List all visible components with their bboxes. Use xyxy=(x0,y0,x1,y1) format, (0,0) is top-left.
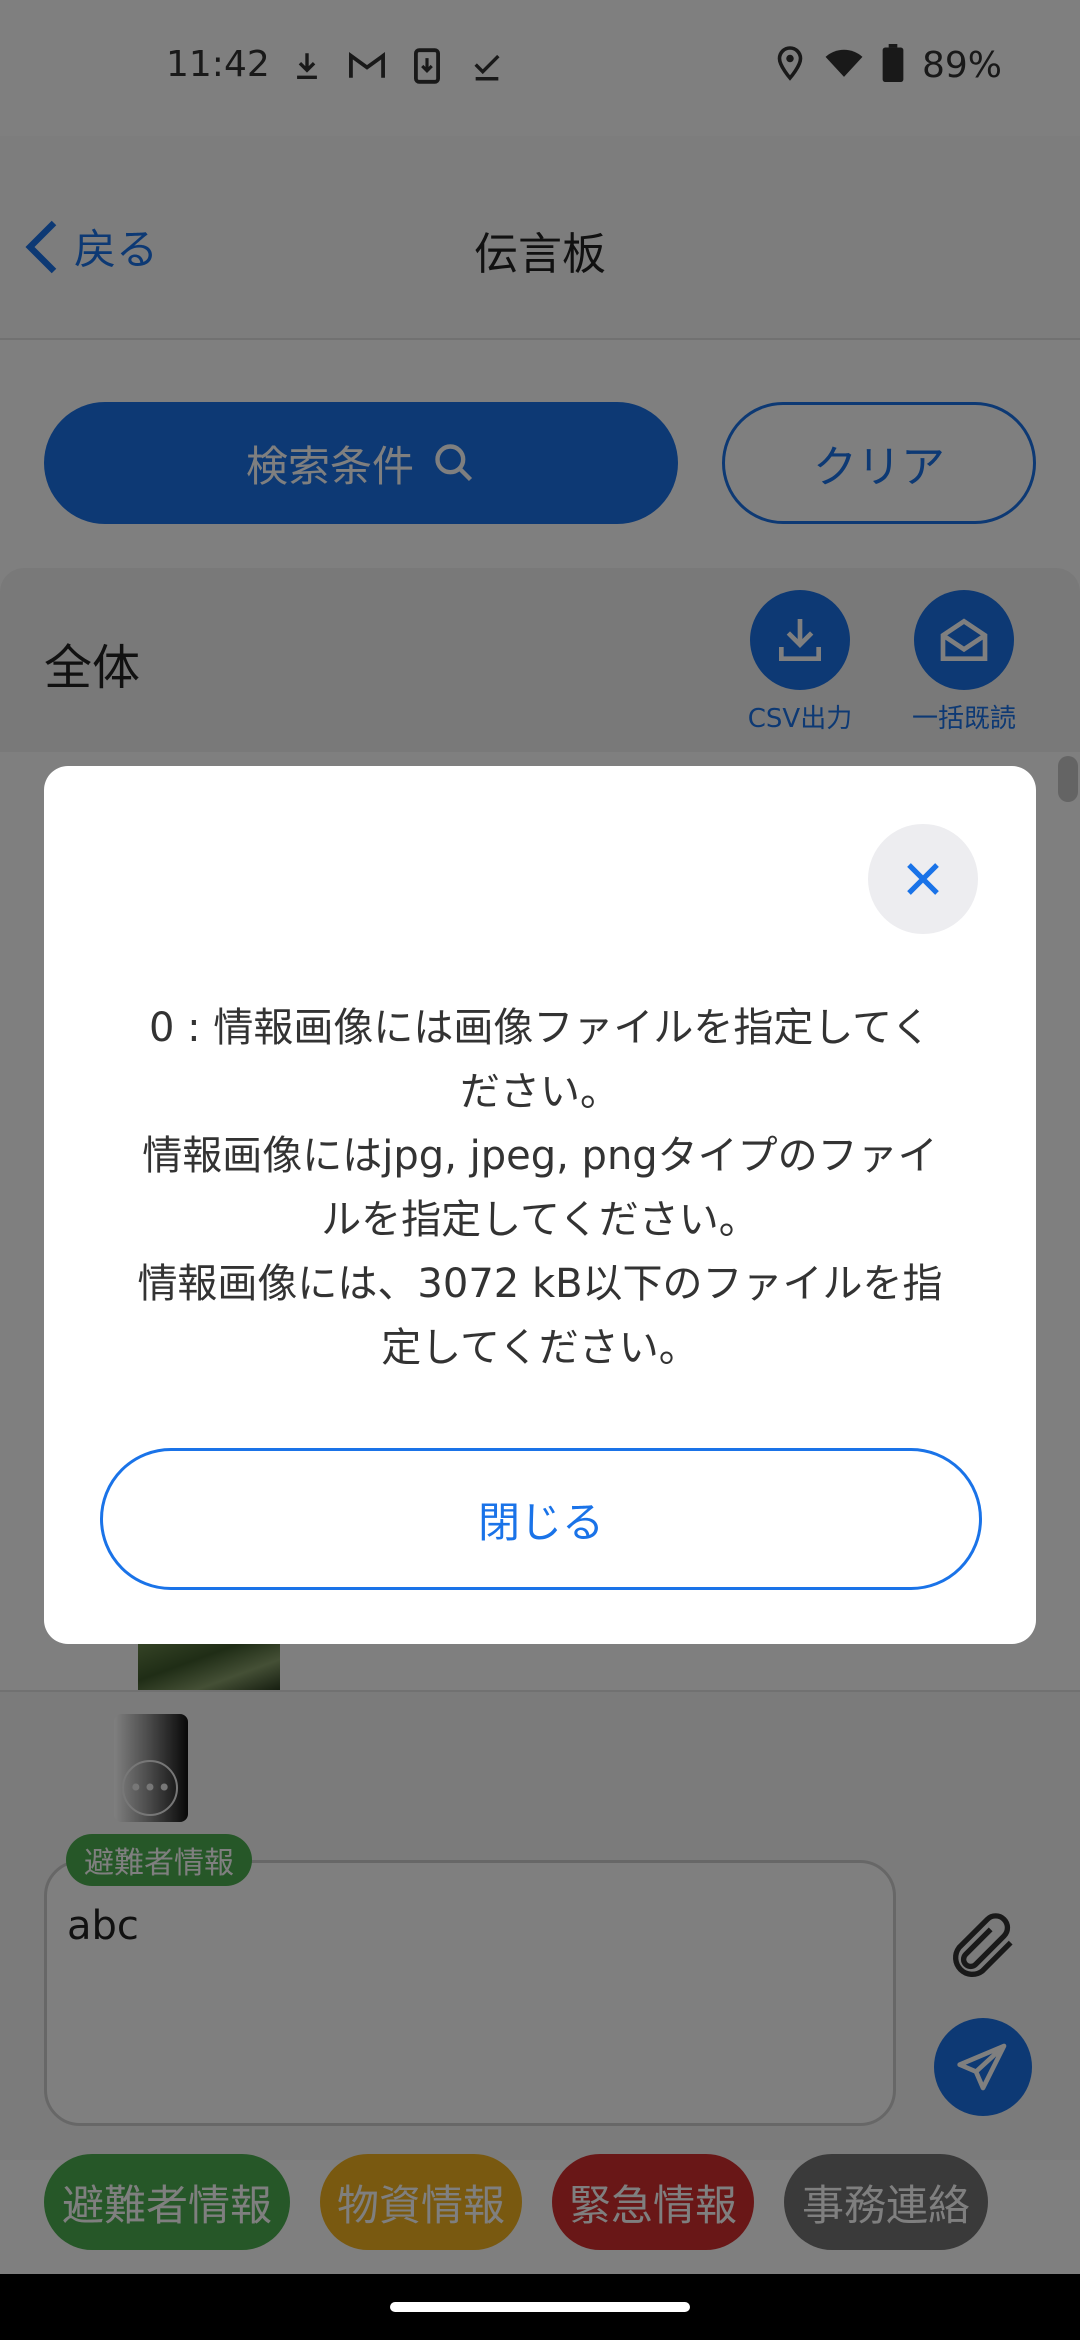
dialog-message-line: 情報画像には、3072 kB以下のファイルを指 xyxy=(137,1261,943,1307)
dialog-message-line: ださい。 xyxy=(460,1069,620,1115)
dialog-message: 0 : 情報画像には画像ファイルを指定してく ださい。 情報画像にはjpg, j… xyxy=(84,996,996,1380)
dialog-close-button[interactable] xyxy=(868,824,978,934)
dialog-message-line: 情報画像にはjpg, jpeg, pngタイプのファイ xyxy=(142,1133,938,1179)
dialog-close-text-button[interactable]: 閉じる xyxy=(100,1448,982,1590)
dialog-message-line: 0 : 情報画像には画像ファイルを指定してく xyxy=(149,1005,931,1051)
close-icon xyxy=(907,863,939,895)
error-dialog: 0 : 情報画像には画像ファイルを指定してく ださい。 情報画像にはjpg, j… xyxy=(44,766,1036,1644)
home-indicator[interactable] xyxy=(390,2302,690,2312)
dialog-message-line: ルを指定してください。 xyxy=(321,1197,759,1243)
dialog-message-line: 定してください。 xyxy=(381,1325,699,1371)
